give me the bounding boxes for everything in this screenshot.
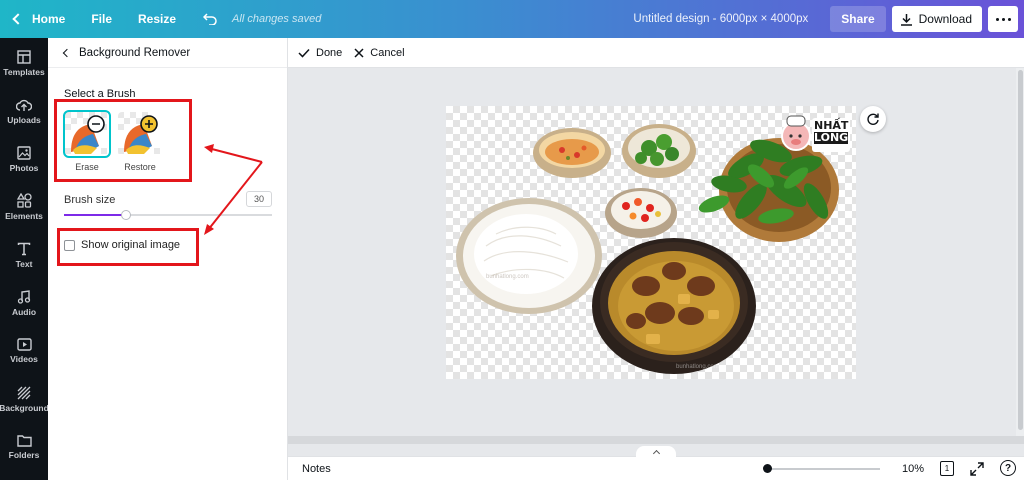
logo-text-line2: LONG bbox=[814, 131, 849, 144]
sidebar-item-label: Text bbox=[15, 258, 33, 269]
sidebar-item-videos[interactable]: Videos bbox=[0, 328, 48, 374]
vertical-scrollbar-thumb[interactable] bbox=[1018, 70, 1023, 430]
canvas-area: bunhatlong.com bunhatlong.com NHẤT LONG bbox=[288, 68, 1024, 444]
sidebar-item-audio[interactable]: Audio bbox=[0, 280, 48, 326]
templates-icon bbox=[17, 49, 31, 64]
zoom-slider[interactable] bbox=[763, 464, 880, 473]
sidebar: Templates Uploads Photos Elements Text A… bbox=[0, 38, 49, 480]
horizontal-scrollbar[interactable] bbox=[288, 436, 1024, 444]
audio-icon bbox=[17, 289, 31, 304]
vertical-scrollbar[interactable] bbox=[1016, 68, 1024, 436]
help-icon[interactable]: ? bbox=[1000, 460, 1016, 476]
done-button[interactable]: Done bbox=[298, 47, 342, 59]
watermark-text: bunhatlong.com bbox=[676, 364, 719, 370]
resize-menu[interactable]: Resize bbox=[138, 12, 176, 26]
undo-icon[interactable] bbox=[202, 11, 218, 27]
zoom-slider-handle[interactable] bbox=[763, 464, 773, 473]
sidebar-item-folders[interactable]: Folders bbox=[0, 424, 48, 470]
close-icon bbox=[354, 47, 364, 58]
share-button[interactable]: Share bbox=[830, 6, 886, 32]
page-number-icon[interactable]: 1 bbox=[940, 461, 954, 476]
nhat-long-logo: NHẤT LONG bbox=[780, 110, 852, 158]
canvas-toolbar: Done Cancel bbox=[288, 38, 1024, 68]
more-icon[interactable] bbox=[988, 6, 1018, 32]
file-menu[interactable]: File bbox=[91, 12, 112, 26]
chevron-left-icon bbox=[62, 48, 72, 57]
brush-size-slider-fill bbox=[64, 214, 127, 216]
sidebar-item-label: Background bbox=[0, 402, 49, 413]
chevron-left-icon bbox=[12, 13, 24, 25]
expand-notes-chevron-icon[interactable] bbox=[636, 446, 676, 457]
download-label: Download bbox=[918, 12, 972, 26]
sidebar-item-label: Templates bbox=[3, 66, 45, 77]
cancel-label: Cancel bbox=[370, 46, 405, 59]
panel-back-button[interactable]: Background Remover bbox=[48, 38, 287, 68]
fullscreen-icon[interactable] bbox=[970, 462, 984, 479]
brush-size-slider-handle[interactable] bbox=[121, 210, 132, 220]
sidebar-item-label: Uploads bbox=[7, 114, 41, 125]
annotation-box-checkbox bbox=[57, 228, 199, 266]
text-icon bbox=[17, 242, 31, 255]
sidebar-item-text[interactable]: Text bbox=[0, 232, 48, 278]
home-button[interactable]: Home bbox=[12, 12, 66, 26]
photos-icon bbox=[17, 145, 31, 160]
elements-icon bbox=[16, 193, 32, 208]
check-icon bbox=[298, 48, 310, 58]
upload-icon bbox=[16, 99, 32, 111]
home-label: Home bbox=[32, 12, 66, 26]
design-title[interactable]: Untitled design - 6000px × 4000px bbox=[633, 13, 808, 25]
sidebar-item-uploads[interactable]: Uploads bbox=[0, 88, 48, 134]
zoom-level[interactable]: 10% bbox=[902, 463, 924, 475]
sidebar-item-label: Photos bbox=[9, 162, 39, 173]
background-remover-panel: Background Remover Select a Brush Erase … bbox=[48, 38, 288, 480]
sidebar-item-photos[interactable]: Photos bbox=[0, 136, 48, 182]
sidebar-item-background[interactable]: Background bbox=[0, 376, 49, 422]
download-icon bbox=[900, 13, 912, 26]
brush-size-label: Brush size bbox=[64, 194, 116, 206]
bottom-bar: Notes 10% 1 ? bbox=[288, 446, 1024, 480]
video-icon bbox=[16, 338, 32, 351]
watermark-text: bunhatlong.com bbox=[486, 274, 529, 280]
sidebar-item-label: Folders bbox=[8, 450, 40, 460]
sidebar-item-label: Audio bbox=[11, 306, 37, 317]
done-label: Done bbox=[316, 46, 343, 59]
download-button[interactable]: Download bbox=[891, 6, 982, 32]
save-status: All changes saved bbox=[232, 13, 322, 25]
sidebar-item-label: Elements bbox=[5, 211, 43, 221]
refresh-icon[interactable] bbox=[860, 106, 886, 132]
cancel-button[interactable]: Cancel bbox=[354, 46, 405, 59]
sidebar-item-elements[interactable]: Elements bbox=[0, 184, 48, 230]
top-bar: Home File Resize All changes saved Untit… bbox=[0, 0, 1024, 38]
design-page[interactable]: bunhatlong.com bunhatlong.com NHẤT LONG bbox=[446, 106, 856, 379]
sidebar-item-label: Videos bbox=[10, 354, 38, 364]
annotation-box-brushes bbox=[54, 99, 192, 182]
folder-icon bbox=[16, 435, 32, 447]
notes-button[interactable]: Notes bbox=[302, 463, 331, 475]
sidebar-item-templates[interactable]: Templates bbox=[0, 40, 48, 86]
annotation-arrows bbox=[204, 144, 263, 235]
panel-title: Background Remover bbox=[79, 46, 191, 59]
background-icon bbox=[17, 386, 31, 399]
